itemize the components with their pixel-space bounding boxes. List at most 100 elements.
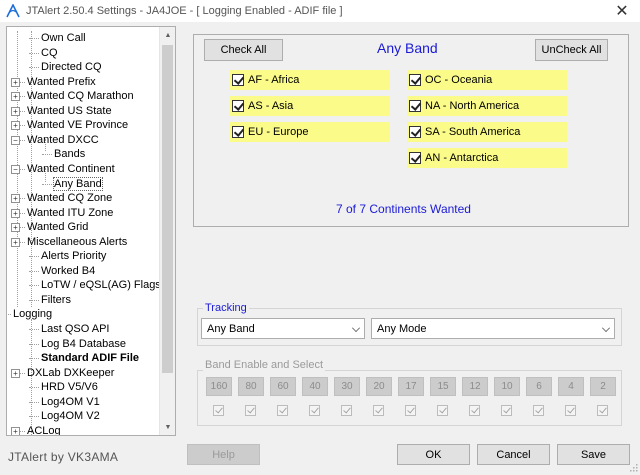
- tree-item[interactable]: Any Band: [53, 176, 103, 191]
- band-button[interactable]: 80: [238, 377, 264, 396]
- tree-collapse-icon[interactable]: −: [11, 135, 20, 145]
- tree-item[interactable]: Wanted VE Province: [27, 118, 128, 132]
- ok-button[interactable]: OK: [397, 444, 470, 465]
- tree-item[interactable]: Wanted ITU Zone: [27, 206, 113, 220]
- band-button[interactable]: 160: [206, 377, 232, 396]
- band-enable-checkbox[interactable]: [341, 405, 352, 416]
- band-enable-checkbox[interactable]: [565, 405, 576, 416]
- band-enable-checkbox[interactable]: [533, 405, 544, 416]
- tree-item-label: Standard ADIF File: [41, 352, 139, 365]
- band-button[interactable]: 15: [430, 377, 456, 396]
- band-button[interactable]: 2: [590, 377, 616, 396]
- tree-expand-icon[interactable]: +: [11, 426, 20, 435]
- continent-checkbox-south-america[interactable]: SA - South America: [407, 122, 567, 142]
- scroll-thumb[interactable]: [162, 45, 173, 373]
- band-enable-checkbox[interactable]: [373, 405, 384, 416]
- tree-item[interactable]: ACLog: [27, 424, 61, 435]
- continent-checkbox-antarctica[interactable]: AN - Antarctica: [407, 148, 567, 168]
- continent-checkbox-asia[interactable]: AS - Asia: [230, 96, 390, 116]
- tree-expand-icon[interactable]: +: [11, 92, 20, 102]
- band-button[interactable]: 20: [366, 377, 392, 396]
- band-enable-checkbox[interactable]: [405, 405, 416, 416]
- continent-checkbox-oceania[interactable]: OC - Oceania: [407, 70, 567, 90]
- tree-item[interactable]: Last QSO API: [41, 322, 109, 336]
- tracking-band-select[interactable]: Any Band: [201, 318, 365, 339]
- tree-item[interactable]: LoTW / eQSL(AG) Flags: [41, 278, 161, 292]
- tree-item[interactable]: Alerts Priority: [41, 249, 106, 263]
- band-enable-group-label: Band Enable and Select: [203, 359, 326, 371]
- band-enable-checkbox[interactable]: [469, 405, 480, 416]
- tree-expand-icon[interactable]: +: [11, 77, 20, 87]
- tree-expand-icon[interactable]: +: [11, 106, 20, 116]
- tree-item-label: Wanted ITU Zone: [27, 206, 114, 219]
- band-enable-checkbox[interactable]: [597, 405, 608, 416]
- checkbox-checked-icon: [232, 100, 244, 112]
- help-button[interactable]: Help: [187, 444, 260, 465]
- panel-title: Any Band: [377, 40, 438, 56]
- tree-expand-icon[interactable]: +: [11, 223, 20, 233]
- tree-item[interactable]: CQ: [41, 46, 58, 60]
- continent-checkbox-europe[interactable]: EU - Europe: [230, 122, 390, 142]
- band-button[interactable]: 4: [558, 377, 584, 396]
- tree-expand-icon[interactable]: +: [11, 208, 20, 218]
- tree-expand-icon[interactable]: +: [11, 368, 20, 378]
- tree-item[interactable]: Wanted CQ Zone: [27, 191, 112, 205]
- band-button[interactable]: 30: [334, 377, 360, 396]
- tree-item[interactable]: Filters: [41, 293, 71, 307]
- band-enable-checkbox[interactable]: [437, 405, 448, 416]
- tree-item[interactable]: Log B4 Database: [41, 337, 126, 351]
- tree-item[interactable]: DXLab DXKeeper: [27, 366, 114, 380]
- resize-grip-icon[interactable]: [628, 462, 638, 472]
- band-button[interactable]: 6: [526, 377, 552, 396]
- band-enable-checkbox[interactable]: [245, 405, 256, 416]
- band-enable-checkbox[interactable]: [277, 405, 288, 416]
- tree-item[interactable]: HRD V5/V6: [41, 380, 98, 394]
- tree-item-label: Wanted VE Province: [27, 119, 129, 132]
- band-button[interactable]: 10: [494, 377, 520, 396]
- tree-item[interactable]: Logging: [13, 307, 52, 321]
- band-enable-checkbox[interactable]: [501, 405, 512, 416]
- tree-scrollbar[interactable]: ▲ ▼: [159, 27, 175, 435]
- tree-item[interactable]: Standard ADIF File: [41, 351, 139, 365]
- settings-tree[interactable]: Own Call CQ Directed CQ + Wanted Prefix + Want…: [6, 26, 176, 436]
- tracking-mode-select[interactable]: Any Mode: [371, 318, 615, 339]
- check-all-button[interactable]: Check All: [204, 39, 283, 61]
- close-window-button[interactable]: ✕: [604, 0, 640, 22]
- tree-item-label: LoTW / eQSL(AG) Flags: [41, 279, 161, 292]
- continent-checkbox-africa[interactable]: AF - Africa: [230, 70, 390, 90]
- tree-item[interactable]: Log4OM V2: [41, 409, 100, 423]
- tree-expand-icon[interactable]: +: [11, 121, 20, 131]
- tree-item[interactable]: Wanted Continent: [27, 162, 115, 176]
- tree-collapse-icon[interactable]: −: [11, 164, 20, 174]
- tree-guide-line: [7, 314, 11, 316]
- tree-item[interactable]: Wanted DXCC: [27, 133, 99, 147]
- tree-item[interactable]: Bands: [54, 147, 85, 161]
- tree-guide-line: [29, 285, 39, 287]
- save-button[interactable]: Save: [557, 444, 630, 465]
- tree-item[interactable]: Own Call: [41, 31, 86, 45]
- tree-item[interactable]: Wanted US State: [27, 104, 112, 118]
- band-button[interactable]: 40: [302, 377, 328, 396]
- band-button[interactable]: 17: [398, 377, 424, 396]
- tree-item[interactable]: Miscellaneous Alerts: [27, 235, 127, 249]
- band-enable-checkbox[interactable]: [309, 405, 320, 416]
- tree-guide-line: [29, 67, 39, 69]
- scroll-down-arrow-icon[interactable]: ▼: [160, 419, 175, 435]
- tree-expand-icon[interactable]: +: [11, 237, 20, 247]
- continent-checkbox-north-america[interactable]: NA - North America: [407, 96, 567, 116]
- tree-item[interactable]: Log4OM V1: [41, 395, 100, 409]
- tree-item[interactable]: Worked B4: [41, 264, 95, 278]
- tree-item-label: Own Call: [41, 32, 86, 44]
- tree-item[interactable]: Directed CQ: [41, 60, 102, 74]
- uncheck-all-button[interactable]: UnCheck All: [535, 39, 608, 61]
- tree-guide-line: [29, 299, 39, 301]
- tree-item[interactable]: Wanted Grid: [27, 220, 88, 234]
- tree-expand-icon[interactable]: +: [11, 194, 20, 204]
- tree-item[interactable]: Wanted Prefix: [27, 75, 96, 89]
- band-enable-checkbox[interactable]: [213, 405, 224, 416]
- band-button[interactable]: 12: [462, 377, 488, 396]
- band-button[interactable]: 60: [270, 377, 296, 396]
- scroll-up-arrow-icon[interactable]: ▲: [160, 27, 175, 43]
- tree-item[interactable]: Wanted CQ Marathon: [27, 89, 134, 103]
- cancel-button[interactable]: Cancel: [477, 444, 550, 465]
